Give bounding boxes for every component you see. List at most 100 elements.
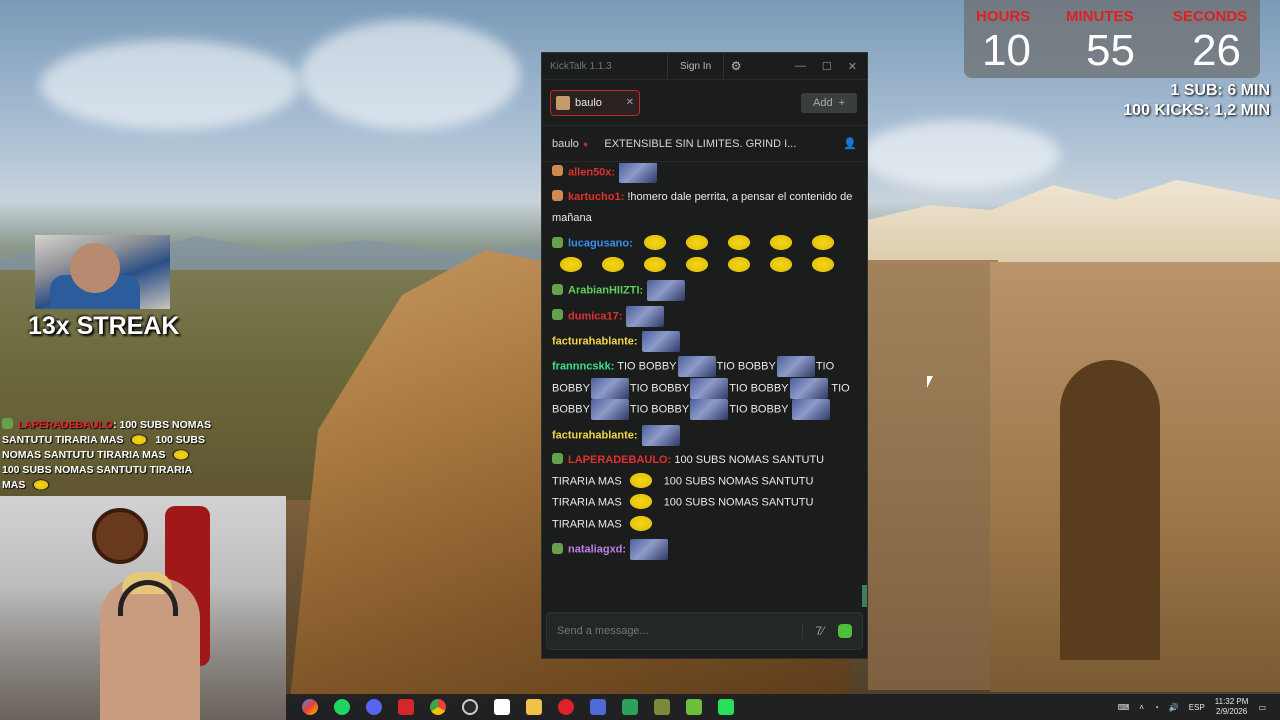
- emote-icon: [690, 399, 729, 421]
- title-bar: KickTalk 1.1.3 Sign In ⚙ — ☐ ✕: [542, 52, 867, 80]
- chat-username[interactable]: kartucho1:: [568, 191, 624, 203]
- chat-messages: allen50x: kartucho1: !homero dale perrit…: [542, 163, 867, 607]
- cloud: [300, 20, 520, 130]
- chat-username[interactable]: dumica17:: [568, 310, 622, 322]
- kick-emote-icon[interactable]: [838, 624, 852, 638]
- badge-icon: [552, 309, 563, 321]
- chat-username[interactable]: facturahablante:: [552, 429, 638, 441]
- sign-in-button[interactable]: Sign In: [667, 52, 725, 80]
- system-tray: ⌨ ˄ ◔ 🔊 ESP 11:32 PM 2/9/2026 ▭: [1118, 697, 1280, 717]
- chat-username[interactable]: frannncskk:: [552, 361, 614, 373]
- close-icon[interactable]: ✕: [848, 60, 857, 73]
- chat-text: TIO BOBBY: [629, 403, 690, 416]
- chat-text: TIO BOBBY: [716, 360, 776, 373]
- close-tab-icon[interactable]: ✕: [626, 97, 634, 108]
- sub-rate: 1 SUB: 6 MIN: [1170, 82, 1270, 99]
- chat-text: TIO: [815, 360, 835, 373]
- add-label: Add: [812, 96, 833, 109]
- emote-icon: [792, 399, 831, 421]
- 7tv-emote-icon[interactable]: 7⁄: [802, 624, 824, 638]
- chat-username[interactable]: allen50x:: [568, 166, 615, 178]
- opera-icon[interactable]: [558, 699, 574, 715]
- emote-icon: [626, 305, 665, 327]
- minion-emote-icon: [764, 254, 798, 276]
- app-icon[interactable]: [590, 699, 606, 715]
- stream-title: EXTENSIBLE SIN LIMITES. GRIND I...: [604, 137, 797, 150]
- minion-emote-icon: [679, 233, 714, 255]
- emote-icon: [641, 331, 680, 353]
- chat-text: 100 SUBS NOMAS SANTUTU: [674, 454, 825, 467]
- chat-username[interactable]: facturahablante:: [552, 335, 638, 347]
- chrome-icon[interactable]: [430, 699, 446, 715]
- kicktalk-window: KickTalk 1.1.3 Sign In ⚙ — ☐ ✕ baulo ✕ A…: [541, 52, 868, 659]
- minion-emote-icon: [637, 233, 672, 255]
- emote-icon: [776, 356, 815, 378]
- minion-emote-icon: [30, 478, 53, 492]
- message-input-placeholder: Send a message...: [557, 625, 649, 637]
- emote-icon: [630, 539, 669, 561]
- network-icon[interactable]: ◔: [1154, 703, 1159, 712]
- user-list-icon[interactable]: 👤: [843, 137, 857, 150]
- minion-emote-icon: [128, 433, 151, 447]
- chevron-up-icon[interactable]: ˄: [1139, 703, 1144, 712]
- minion-emote-icon: [623, 513, 658, 535]
- app-name: KickTalk 1.1.3: [550, 60, 612, 72]
- discord-icon[interactable]: [366, 699, 382, 715]
- badge-icon: [552, 283, 563, 295]
- add-channel-button[interactable]: Add +: [801, 92, 857, 113]
- chat-message: lucagusano:: [552, 233, 857, 276]
- minion-emote-icon: [721, 233, 756, 255]
- message-input[interactable]: Send a message... 7⁄: [546, 612, 863, 650]
- obs-icon[interactable]: [462, 699, 478, 715]
- chat-message: LAPERADEBAULO: 100 SUBS NOMAS SANTUTU TI…: [552, 450, 857, 535]
- file-explorer-icon[interactable]: [526, 699, 542, 715]
- language-indicator[interactable]: ESP: [1189, 703, 1205, 712]
- keyboard-icon[interactable]: ⌨: [1118, 703, 1130, 712]
- cloud: [860, 120, 1060, 190]
- chat-header: baulo ● EXTENSIBLE SIN LIMITES. GRIND I.…: [542, 126, 867, 162]
- minion-emote-icon: [623, 471, 658, 493]
- bridge-arch: [1060, 360, 1160, 660]
- minion-emote-icon: [763, 233, 798, 255]
- chat-username[interactable]: LAPERADEBAULO:: [568, 454, 671, 466]
- tab-baulo[interactable]: baulo ✕: [550, 89, 640, 116]
- gorge-background: [868, 260, 998, 690]
- chat-message: frannncskk: TIO BOBBY TIO BOBBY TIO BOBBY T…: [552, 356, 857, 421]
- app-icon[interactable]: [398, 699, 414, 715]
- chat-message: kartucho1: !homero dale perrita, a pensa…: [552, 187, 857, 229]
- minion-emote-icon: [722, 254, 756, 276]
- clock-time: 11:32 PM: [1214, 697, 1249, 706]
- live-dot-icon: ●: [582, 138, 589, 149]
- chat-username[interactable]: ArabianHIIZTI:: [568, 285, 643, 297]
- capcut-icon[interactable]: [494, 699, 510, 715]
- emote-icon: [590, 377, 629, 399]
- badge-icon: [552, 453, 563, 465]
- volume-icon[interactable]: 🔊: [1169, 703, 1179, 712]
- chat-username[interactable]: nataliagxd:: [568, 544, 626, 556]
- copilot-icon[interactable]: [302, 699, 318, 715]
- chat-username[interactable]: lucagusano:: [568, 238, 633, 250]
- spotify-icon[interactable]: [334, 699, 350, 715]
- chat-message: facturahablante:: [552, 424, 857, 446]
- notification-icon[interactable]: ▭: [1258, 703, 1266, 712]
- hours-value: 10: [982, 26, 1031, 75]
- minion-emote-icon: [623, 492, 658, 514]
- minimize-icon[interactable]: —: [795, 60, 806, 73]
- scrollbar[interactable]: [862, 585, 867, 607]
- chat-text: 100 SUBS NOMAS SANTUTU: [663, 475, 814, 488]
- kicktalk-taskbar-icon[interactable]: [718, 699, 734, 715]
- streak-image: [35, 235, 170, 309]
- minecraft-icon[interactable]: [622, 699, 638, 715]
- app-icon[interactable]: [654, 699, 670, 715]
- emote-icon: [641, 424, 680, 446]
- mouse-cursor-icon: [927, 376, 933, 388]
- overlay-chat-username: LAPERADEBAULO: [18, 419, 114, 431]
- maximize-icon[interactable]: ☐: [822, 60, 832, 73]
- app-icon[interactable]: [686, 699, 702, 715]
- chat-message: nataliagxd:: [552, 539, 857, 561]
- clock[interactable]: 11:32 PM 2/9/2026: [1215, 697, 1249, 717]
- settings-gear-icon[interactable]: ⚙: [724, 59, 748, 73]
- badge-icon: [552, 190, 563, 202]
- webcam-feed: [0, 496, 286, 720]
- seconds-label: SECONDS: [1173, 8, 1248, 25]
